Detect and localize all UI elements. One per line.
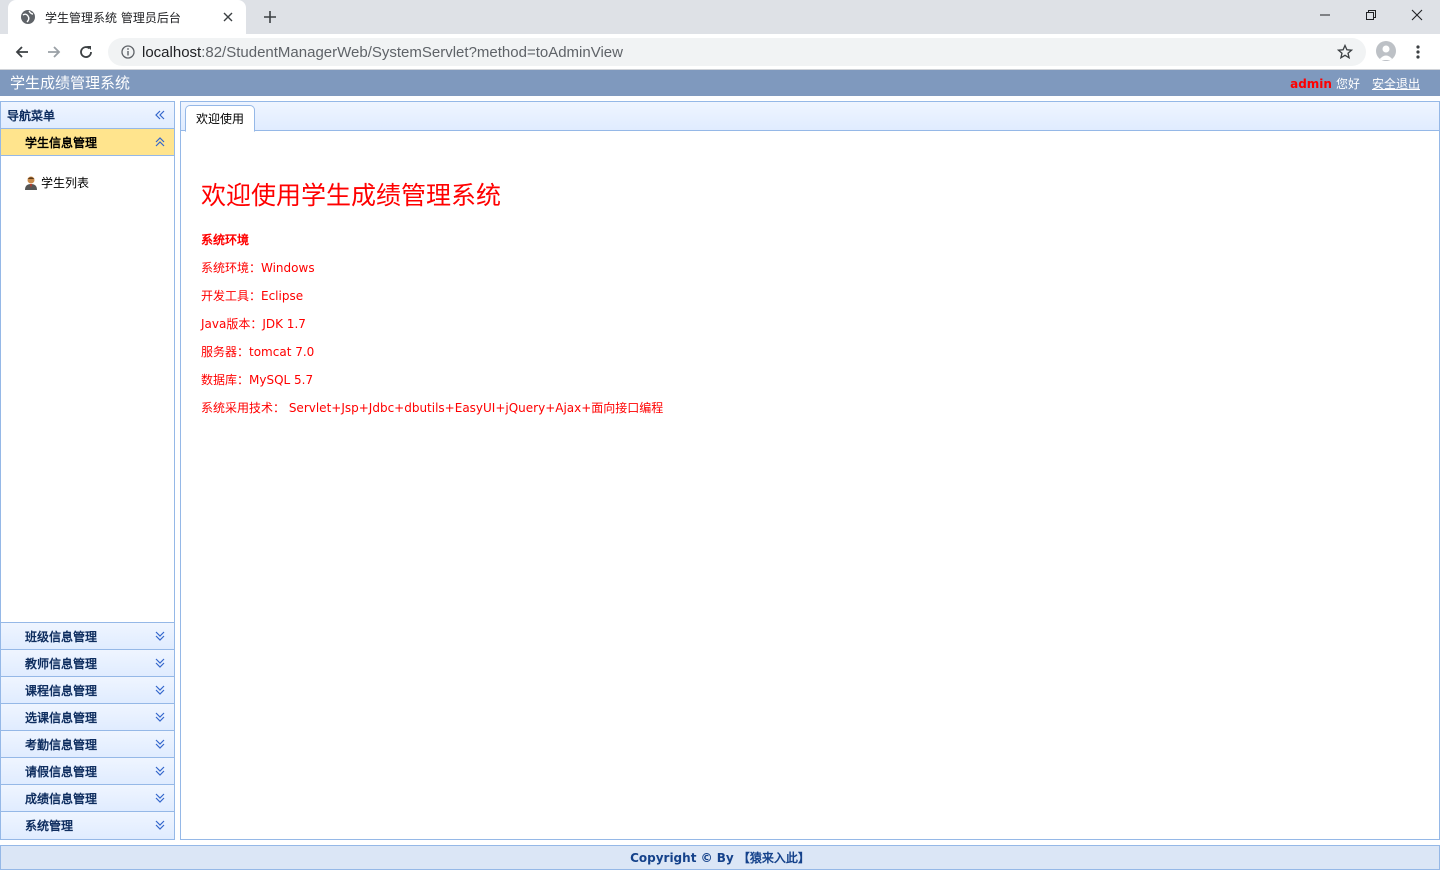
chevron-down-icon[interactable] xyxy=(154,630,166,642)
section-label: 成绩信息管理 xyxy=(25,791,98,806)
env-line: 数据库：MySQL 5.7 xyxy=(201,373,314,387)
app-title: 学生成绩管理系统 xyxy=(10,74,131,92)
section-student-info-body: 学生列表 xyxy=(1,156,174,623)
section-label: 系统管理 xyxy=(25,819,74,833)
section-course-info[interactable]: 课程信息管理 xyxy=(1,677,174,704)
plus-icon[interactable] xyxy=(258,7,282,27)
section-class-info[interactable]: 班级信息管理 xyxy=(1,623,174,650)
env-line: 服务器：tomcat 7.0 xyxy=(201,345,315,359)
env-title: 系统环境 xyxy=(201,233,250,247)
tab-welcome[interactable]: 欢迎使用 xyxy=(185,105,256,132)
tab-title: 学生管理系统 管理员后台 xyxy=(45,10,181,25)
env-line: Java版本：JDK 1.7 xyxy=(201,317,306,331)
env-line: 系统环境：Windows xyxy=(201,261,315,275)
welcome-heading: 欢迎使用学生成绩管理系统 xyxy=(201,181,502,210)
env-line: 开发工具：Eclipse xyxy=(201,289,304,303)
url-text: localhost:82/StudentManagerWeb/SystemSer… xyxy=(142,44,623,61)
nav-panel-title: 导航菜单 xyxy=(7,108,56,123)
main-panel: 欢迎使用 欢迎使用学生成绩管理系统 系统环境 系统环境：Windows 开发工具… xyxy=(180,101,1440,840)
more-icon[interactable] xyxy=(1410,42,1426,62)
profile-icon[interactable] xyxy=(1376,41,1396,61)
section-label: 班级信息管理 xyxy=(25,629,98,644)
globe-icon xyxy=(20,9,36,25)
section-system-admin[interactable]: 系统管理 xyxy=(1,812,174,839)
star-icon[interactable] xyxy=(1336,43,1354,61)
nav-item-student-list[interactable]: 学生列表 xyxy=(23,174,89,191)
section-attendance-info[interactable]: 考勤信息管理 xyxy=(1,731,174,758)
section-course-selection-info[interactable]: 选课信息管理 xyxy=(1,704,174,731)
chevron-down-icon[interactable] xyxy=(154,819,166,831)
username: admin xyxy=(1290,76,1332,91)
user-icon xyxy=(23,175,39,191)
address-bar[interactable]: localhost:82/StudentManagerWeb/SystemSer… xyxy=(108,38,1366,66)
collapse-left-icon[interactable] xyxy=(154,109,166,121)
chevron-down-icon[interactable] xyxy=(154,657,166,669)
section-label: 课程信息管理 xyxy=(25,683,98,698)
info-icon[interactable] xyxy=(120,44,136,60)
main-tabs-header: 欢迎使用 xyxy=(181,102,1439,132)
minimize-icon[interactable] xyxy=(1302,0,1348,30)
section-label: 教师信息管理 xyxy=(25,656,98,671)
logout-link[interactable]: 安全退出 xyxy=(1372,75,1420,92)
chevron-up-icon[interactable] xyxy=(154,136,166,148)
section-label: 请假信息管理 xyxy=(25,764,98,779)
chevron-down-icon[interactable] xyxy=(154,738,166,750)
url-path: :82/StudentManagerWeb/SystemServlet?meth… xyxy=(201,43,623,61)
chevron-down-icon[interactable] xyxy=(154,792,166,804)
reload-icon[interactable] xyxy=(74,40,98,64)
section-leave-info[interactable]: 请假信息管理 xyxy=(1,758,174,785)
section-student-info[interactable]: 学生信息管理 xyxy=(1,129,174,156)
env-line: 系统采用技术： Servlet+Jsp+Jdbc+dbutils+EasyUI+… xyxy=(201,401,664,415)
footer: Copyright © By 【猿来入此】 xyxy=(0,845,1440,870)
tab-label: 欢迎使用 xyxy=(196,112,245,126)
section-teacher-info[interactable]: 教师信息管理 xyxy=(1,650,174,677)
chevron-down-icon[interactable] xyxy=(154,684,166,696)
nav-panel: 导航菜单 学生信息管理 学生列表 班级信息管理 教师信息管理 课程信息管理 选课… xyxy=(0,101,175,840)
greeting: 您好 xyxy=(1335,77,1360,91)
bottom-strip xyxy=(0,870,1440,889)
nav-item-label: 学生列表 xyxy=(41,176,90,190)
user-area: admin 您好 安全退出 xyxy=(1290,75,1420,92)
forward-icon[interactable] xyxy=(42,40,66,64)
back-icon[interactable] xyxy=(10,40,34,64)
browser-tabstrip: 学生管理系统 管理员后台 xyxy=(0,0,1440,34)
browser-toolbar: localhost:82/StudentManagerWeb/SystemSer… xyxy=(0,34,1440,70)
section-score-info[interactable]: 成绩信息管理 xyxy=(1,785,174,812)
app-header: 学生成绩管理系统 admin 您好 安全退出 xyxy=(0,70,1440,96)
close-icon[interactable] xyxy=(220,9,236,25)
nav-panel-header: 导航菜单 xyxy=(1,102,174,129)
section-label: 选课信息管理 xyxy=(25,710,98,725)
chevron-down-icon[interactable] xyxy=(154,765,166,777)
restore-icon[interactable] xyxy=(1348,0,1394,30)
copyright-text: Copyright © By 【猿来入此】 xyxy=(630,851,810,865)
section-label: 考勤信息管理 xyxy=(25,737,98,752)
url-host: localhost xyxy=(142,43,202,61)
section-label: 学生信息管理 xyxy=(25,135,98,150)
close-window-icon[interactable] xyxy=(1394,0,1440,30)
chevron-down-icon[interactable] xyxy=(154,711,166,723)
environment-info: 系统环境 系统环境：Windows 开发工具：Eclipse Java版本：JD… xyxy=(201,232,663,428)
browser-tab[interactable]: 学生管理系统 管理员后台 xyxy=(8,0,246,34)
